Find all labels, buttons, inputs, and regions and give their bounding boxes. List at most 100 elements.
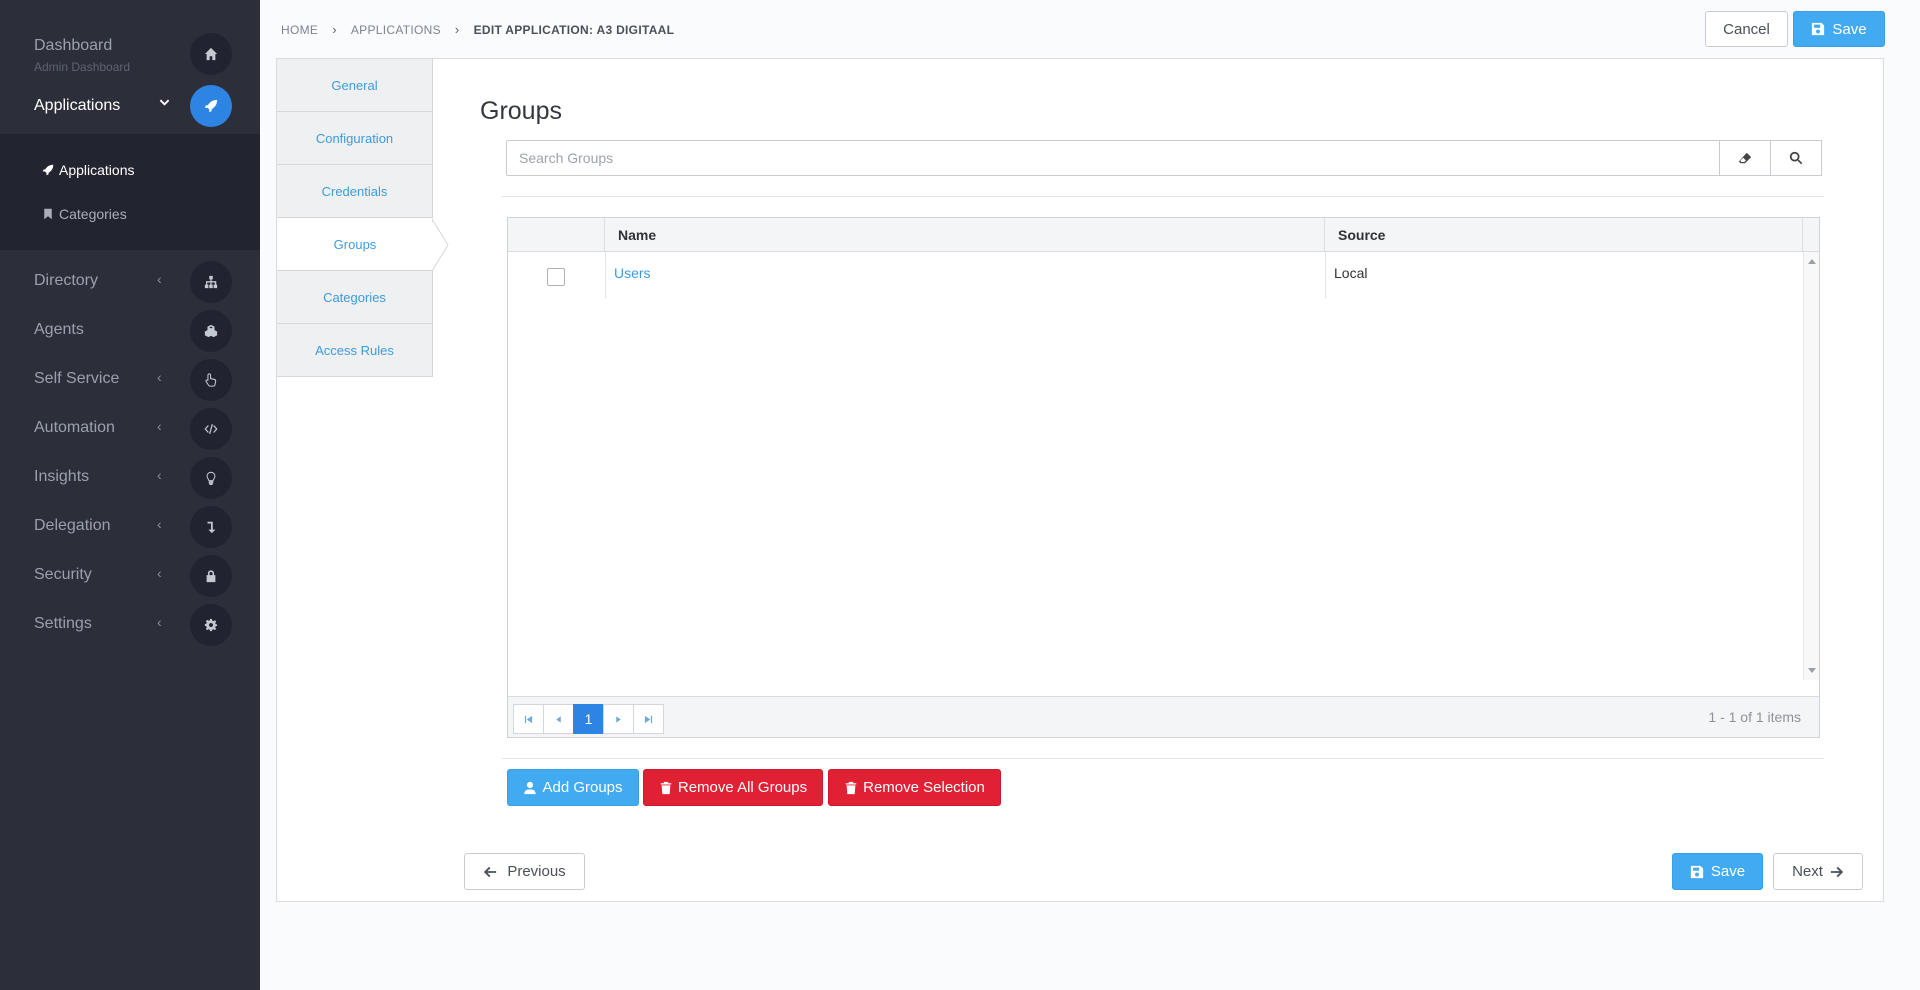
search-button[interactable] bbox=[1770, 140, 1822, 176]
lock-icon bbox=[190, 555, 232, 597]
groups-grid: Name Source Users Local 1 1 - 1 of 1 ite… bbox=[507, 217, 1820, 738]
page-number-button[interactable]: 1 bbox=[573, 704, 604, 734]
submenu-item-applications[interactable]: Applications bbox=[42, 162, 135, 178]
chevron-left-icon: ‹ bbox=[157, 369, 162, 385]
grid-pager: 1 1 - 1 of 1 items bbox=[508, 696, 1819, 737]
scroll-up-icon[interactable] bbox=[1808, 259, 1816, 264]
sitemap-icon bbox=[190, 261, 232, 303]
tab-label: Configuration bbox=[315, 130, 394, 146]
previous-label: Previous bbox=[507, 863, 566, 880]
tab-access-rules[interactable]: Access Rules bbox=[277, 324, 433, 377]
remove-selection-button[interactable]: Remove Selection bbox=[828, 769, 1001, 806]
breadcrumb-applications[interactable]: APPLICATIONS bbox=[351, 23, 441, 37]
search-icon bbox=[1789, 151, 1803, 165]
sidebar-item-security[interactable]: Security ‹ bbox=[0, 554, 260, 598]
column-header-source[interactable]: Source bbox=[1325, 218, 1803, 252]
chevron-left-icon: ‹ bbox=[157, 614, 162, 630]
code-icon bbox=[190, 408, 232, 450]
footer-save-label: Save bbox=[1710, 863, 1746, 880]
footer-save-button[interactable]: Save bbox=[1672, 853, 1763, 890]
sidebar-item-automation[interactable]: Automation ‹ bbox=[0, 407, 260, 451]
submenu-item-categories[interactable]: Categories bbox=[42, 206, 127, 222]
select-column-header bbox=[508, 218, 605, 252]
save-button[interactable]: Save bbox=[1793, 11, 1885, 47]
sidebar-item-self-service[interactable]: Self Service ‹ bbox=[0, 358, 260, 402]
tab-general[interactable]: General bbox=[277, 59, 433, 112]
breadcrumb-separator: › bbox=[454, 22, 460, 37]
lightbulb-icon bbox=[190, 457, 232, 499]
scroll-down-icon[interactable] bbox=[1808, 668, 1816, 673]
breadcrumb-home[interactable]: HOME bbox=[281, 23, 318, 37]
home-icon bbox=[190, 33, 232, 75]
tab-configuration[interactable]: Configuration bbox=[277, 112, 433, 165]
sidebar-item-sublabel: Admin Dashboard bbox=[34, 60, 131, 74]
divider bbox=[502, 196, 1824, 197]
breadcrumb-current: EDIT APPLICATION: A3 DIGITAAL bbox=[473, 22, 675, 37]
search-input[interactable] bbox=[506, 140, 1720, 176]
tab-groups[interactable]: Groups bbox=[277, 218, 433, 271]
page-title: Groups bbox=[480, 97, 562, 125]
cancel-label: Cancel bbox=[1723, 20, 1770, 38]
sidebar-item-label: Settings bbox=[34, 615, 92, 632]
tab-categories[interactable]: Categories bbox=[277, 271, 433, 324]
sidebar-item-settings[interactable]: Settings ‹ bbox=[0, 603, 260, 647]
next-button[interactable]: Next bbox=[1773, 853, 1863, 890]
chevron-left-icon: ‹ bbox=[157, 418, 162, 434]
cubes-icon bbox=[190, 310, 232, 352]
floppy-icon bbox=[1690, 865, 1704, 878]
divider bbox=[502, 758, 1824, 759]
chevron-left-icon: ‹ bbox=[157, 516, 162, 532]
add-groups-button[interactable]: Add Groups bbox=[507, 769, 639, 806]
sidebar-item-label: Agents bbox=[34, 321, 84, 338]
page-number: 1 bbox=[584, 711, 593, 727]
remove-selection-label: Remove Selection bbox=[863, 779, 985, 796]
row-checkbox[interactable] bbox=[547, 268, 565, 286]
sidebar-item-label: Applications bbox=[34, 97, 121, 114]
trash-icon bbox=[660, 781, 672, 794]
breadcrumb-separator: › bbox=[332, 22, 337, 37]
tab-label: General bbox=[331, 77, 378, 93]
clear-search-button[interactable] bbox=[1719, 140, 1771, 176]
submenu-label: Applications bbox=[59, 162, 135, 178]
sidebar-item-label: Dashboard bbox=[34, 37, 113, 54]
grid-header: Name Source bbox=[508, 218, 1819, 252]
group-source: Local bbox=[1334, 265, 1368, 281]
grid-scrollbar[interactable] bbox=[1803, 252, 1819, 680]
chevron-left-icon: ‹ bbox=[157, 565, 162, 581]
next-label: Next bbox=[1792, 863, 1823, 880]
sidebar-item-directory[interactable]: Directory ‹ bbox=[0, 260, 260, 304]
wizard-tabs: General Configuration Credentials Groups… bbox=[277, 59, 449, 901]
prev-page-button[interactable] bbox=[543, 704, 574, 734]
group-name-link[interactable]: Users bbox=[605, 265, 651, 281]
sidebar-item-agents[interactable]: Agents bbox=[0, 309, 260, 353]
gear-icon bbox=[190, 604, 232, 646]
bookmark-icon bbox=[44, 208, 52, 220]
next-page-icon bbox=[616, 715, 621, 723]
next-page-button[interactable] bbox=[603, 704, 634, 734]
tab-credentials[interactable]: Credentials bbox=[277, 165, 433, 218]
arrow-right-icon bbox=[1830, 866, 1844, 877]
previous-button[interactable]: Previous bbox=[464, 853, 585, 890]
sidebar-item-applications[interactable]: Applications bbox=[0, 84, 260, 128]
sidebar-item-label: Insights bbox=[34, 468, 90, 485]
user-icon bbox=[524, 781, 537, 794]
remove-all-groups-button[interactable]: Remove All Groups bbox=[643, 769, 823, 806]
prev-page-icon bbox=[556, 715, 561, 723]
breadcrumb: HOME › APPLICATIONS › EDIT APPLICATION: … bbox=[281, 22, 674, 37]
last-page-icon bbox=[644, 715, 653, 723]
chevron-down-icon bbox=[159, 96, 170, 111]
eraser-icon bbox=[1738, 152, 1752, 164]
sidebar-item-dashboard[interactable]: Dashboard Admin Dashboard bbox=[0, 32, 260, 82]
sidebar-item-label: Automation bbox=[34, 419, 115, 436]
tab-label: Groups bbox=[333, 236, 377, 252]
arrow-left-icon bbox=[484, 866, 497, 877]
chevron-left-icon: ‹ bbox=[157, 271, 162, 287]
active-tab-arrow bbox=[432, 218, 449, 272]
sidebar-item-label: Directory bbox=[34, 272, 99, 289]
column-header-name[interactable]: Name bbox=[605, 218, 1325, 252]
cancel-button[interactable]: Cancel bbox=[1705, 11, 1788, 47]
sidebar-item-delegation[interactable]: Delegation ‹ bbox=[0, 505, 260, 549]
last-page-button[interactable] bbox=[633, 704, 664, 734]
first-page-button[interactable] bbox=[513, 704, 544, 734]
sidebar-item-insights[interactable]: Insights ‹ bbox=[0, 456, 260, 500]
